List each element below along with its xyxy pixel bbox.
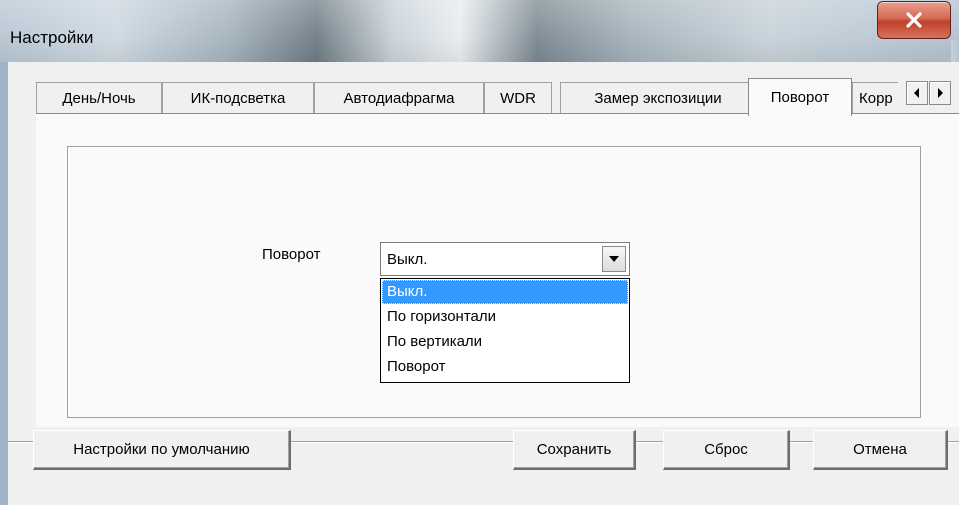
rotation-select-value: Выкл.	[387, 251, 428, 268]
reset-button[interactable]: Сброс	[663, 430, 790, 470]
dropdown-arrow-button[interactable]	[602, 246, 626, 272]
rotation-dropdown-list: Выкл. По горизонтали По вертикали Поворо…	[380, 278, 630, 383]
rotation-select[interactable]: Выкл.	[380, 242, 630, 276]
tab-correction[interactable]: Корр	[852, 82, 898, 114]
tab-scroll-left-button[interactable]	[906, 81, 928, 105]
rotation-label: Поворот	[262, 246, 321, 263]
defaults-button[interactable]: Настройки по умолчанию	[33, 430, 291, 470]
window-title: Настройки	[10, 28, 94, 47]
arrow-right-icon	[938, 88, 943, 98]
tab-rotation[interactable]: Поворот	[748, 78, 852, 116]
option-vertical[interactable]: По вертикали	[382, 330, 628, 354]
title-bar[interactable]: Настройки	[0, 0, 959, 62]
tab-clip: День/Ночь ИК-подсветка Автодиафрагма WDR…	[36, 78, 898, 116]
dialog-client-area: День/Ночь ИК-подсветка Автодиафрагма WDR…	[8, 62, 959, 505]
option-horizontal[interactable]: По горизонтали	[382, 305, 628, 329]
tab-strip: День/Ночь ИК-подсветка Автодиафрагма WDR…	[36, 78, 959, 116]
tab-ir-illumination[interactable]: ИК-подсветка	[162, 82, 314, 114]
close-x-icon	[906, 12, 922, 28]
option-off[interactable]: Выкл.	[382, 280, 628, 304]
tab-auto-iris[interactable]: Автодиафрагма	[314, 82, 484, 114]
cancel-button[interactable]: Отмена	[813, 430, 948, 470]
tab-wdr[interactable]: WDR	[484, 82, 552, 114]
chevron-down-icon	[609, 256, 619, 262]
arrow-left-icon	[914, 88, 919, 98]
tab-day-night[interactable]: День/Ночь	[36, 82, 162, 114]
tab-exposure-metering[interactable]: Замер экспозиции	[560, 82, 756, 114]
option-rotate[interactable]: Поворот	[382, 355, 628, 379]
save-button[interactable]: Сохранить	[513, 430, 636, 470]
settings-window: Настройки День/Ночь ИК-подсветка Автодиа…	[0, 0, 959, 505]
tab-scroll-right-button[interactable]	[929, 81, 951, 105]
close-button[interactable]	[877, 1, 951, 39]
